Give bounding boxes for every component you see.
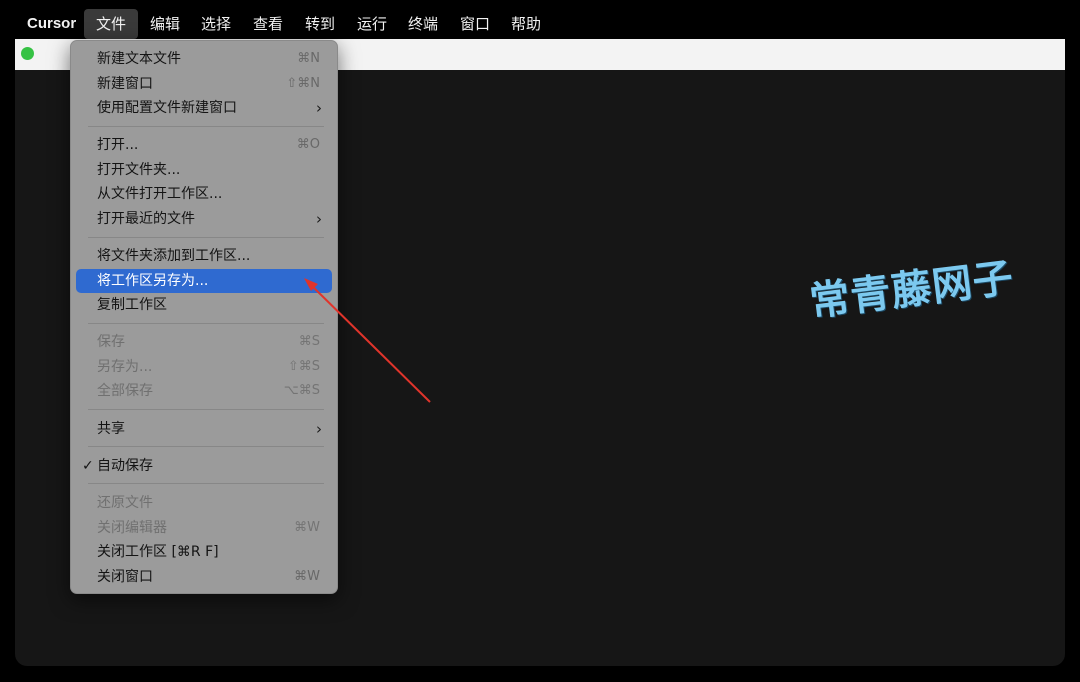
menu-item-save-all[interactable]: 全部保存 ⌥⌘S [76,379,332,403]
menu-item-label: 将文件夹添加到工作区... [97,248,251,264]
chevron-right-icon: › [316,420,322,438]
menu-help[interactable]: 帮助 [511,9,541,39]
menu-item-auto-save[interactable]: ✓ 自动保存 [76,454,332,478]
menu-item-label: 复制工作区 [97,297,167,313]
menu-item-label: 保存 [97,334,125,350]
menu-item-new-text-file[interactable]: 新建文本文件 ⌘N [76,47,332,71]
menu-file[interactable]: 文件 [84,9,139,39]
menu-item-open-folder[interactable]: 打开文件夹... [76,158,332,182]
menu-item-label: 新建窗口 [97,76,153,92]
menu-item-label: 全部保存 [97,383,153,399]
checkmark-icon: ✓ [82,458,94,474]
menu-item-revert-file[interactable]: 还原文件 [76,491,332,515]
menu-app-cursor[interactable]: Cursor [27,9,76,39]
menu-separator [88,483,324,484]
menu-item-save-workspace-as[interactable]: 将工作区另存为... [76,269,332,293]
menu-item-label: 另存为... [97,359,153,375]
menu-terminal[interactable]: 终端 [408,9,438,39]
menu-item-close-window[interactable]: 关闭窗口 ⌘W [76,565,332,589]
menu-item-label: 从文件打开工作区... [97,186,223,202]
menu-separator [88,126,324,127]
chevron-right-icon: › [316,210,322,228]
menu-item-duplicate-workspace[interactable]: 复制工作区 [76,293,332,317]
menu-item-label: 将工作区另存为... [97,273,209,289]
menu-item-label: 关闭窗口 [97,569,153,585]
menu-go[interactable]: 转到 [305,9,335,39]
zoom-window-button[interactable] [21,47,34,60]
menu-item-open[interactable]: 打开... ⌘O [76,133,332,157]
menu-item-label: 打开文件夹... [97,162,181,178]
menu-item-add-folder-to-workspace[interactable]: 将文件夹添加到工作区... [76,244,332,268]
menu-item-open-workspace-from-file[interactable]: 从文件打开工作区... [76,182,332,206]
chevron-right-icon: › [316,99,322,117]
menu-run[interactable]: 运行 [357,9,387,39]
menu-item-label: 使用配置文件新建窗口 [97,100,237,116]
menu-item-shortcut: ⌘N [297,51,320,66]
menu-item-close-workspace[interactable]: 关闭工作区 [⌘R F] [76,540,332,564]
menu-item-close-editor[interactable]: 关闭编辑器 ⌘W [76,516,332,540]
menu-item-label: 共享 [97,421,125,437]
menu-item-shortcut: ⌘W [294,569,320,584]
menu-item-label: 关闭编辑器 [97,520,167,536]
menu-item-save[interactable]: 保存 ⌘S [76,330,332,354]
menu-item-open-recent[interactable]: 打开最近的文件 › [76,207,332,231]
menu-item-label: 自动保存 [97,458,153,474]
menu-window[interactable]: 窗口 [460,9,490,39]
menu-item-shortcut: ⇧⌘S [287,359,320,374]
menu-item-shortcut: ⇧⌘N [286,76,320,91]
menu-item-label: 新建文本文件 [97,51,181,67]
menu-item-new-window-with-profile[interactable]: 使用配置文件新建窗口 › [76,96,332,120]
menu-view[interactable]: 查看 [253,9,283,39]
menu-selection[interactable]: 选择 [201,9,231,39]
menu-item-label: 打开最近的文件 [97,211,195,227]
menu-item-label: 还原文件 [97,495,153,511]
menu-separator [88,409,324,410]
menu-item-shortcut: ⌘S [298,334,320,349]
file-dropdown-menu: 新建文本文件 ⌘N 新建窗口 ⇧⌘N 使用配置文件新建窗口 › 打开... ⌘O… [70,40,338,594]
menu-separator [88,446,324,447]
menu-item-label: 打开... [97,137,139,153]
menu-separator [88,237,324,238]
menu-edit[interactable]: 编辑 [150,9,180,39]
menu-item-shortcut: ⌘O [296,137,320,152]
menu-separator [88,323,324,324]
menu-item-shortcut: ⌥⌘S [283,383,320,398]
menu-item-share[interactable]: 共享 › [76,417,332,441]
menu-item-save-as[interactable]: 另存为... ⇧⌘S [76,355,332,379]
menu-item-shortcut: ⌘W [294,520,320,535]
menu-item-label: 关闭工作区 [⌘R F] [97,544,219,560]
menu-item-new-window[interactable]: 新建窗口 ⇧⌘N [76,72,332,96]
